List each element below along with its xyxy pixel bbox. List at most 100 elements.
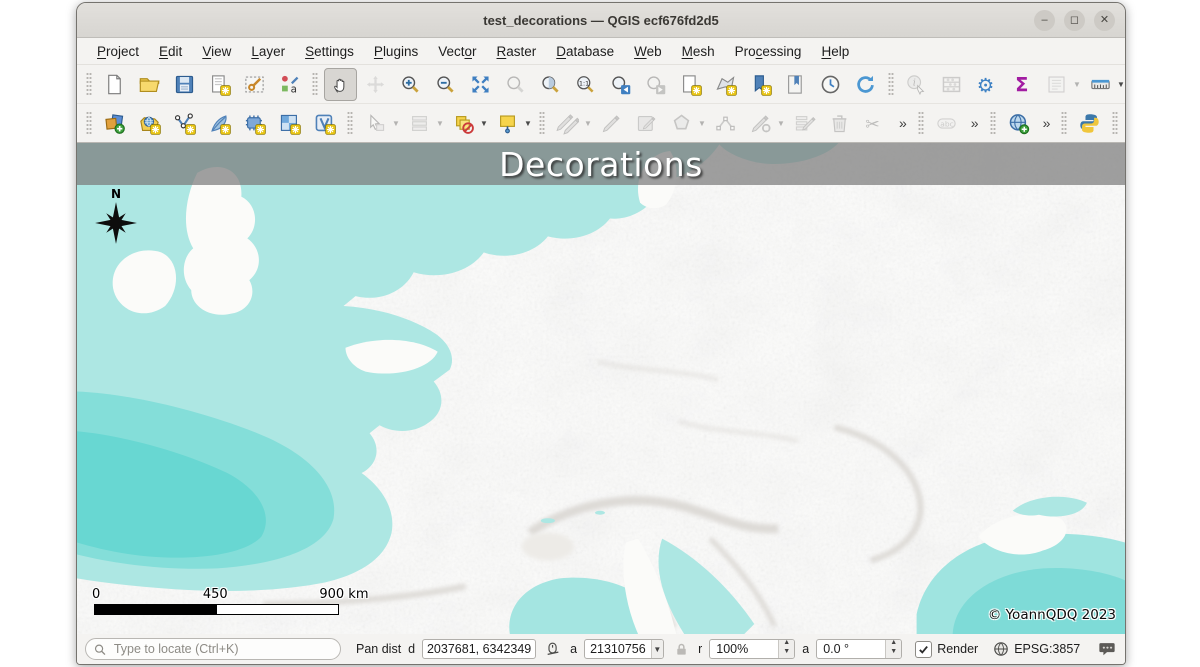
toolbar-handle[interactable] <box>918 111 924 135</box>
style-manager-button[interactable]: a <box>273 68 306 101</box>
locator-search[interactable] <box>85 638 341 660</box>
new-3d-map-view-button[interactable] <box>709 68 742 101</box>
zoom-next-icon <box>644 73 667 96</box>
measure-line-button[interactable] <box>1084 68 1117 101</box>
toolbar-overflow-button[interactable]: » <box>1036 115 1057 131</box>
menu-processing[interactable]: Processing <box>725 41 812 62</box>
extents-toggle-button[interactable] <box>543 639 563 659</box>
python-console-button[interactable] <box>1073 107 1106 140</box>
toolbar-handle[interactable] <box>888 72 894 96</box>
data-source-manager-button[interactable] <box>98 107 131 140</box>
lock-icon <box>674 642 689 657</box>
title-bar[interactable]: test_decorations — QGIS ecf676fd2d5 – ◻ … <box>77 3 1125 38</box>
new-map-view-button[interactable] <box>674 68 707 101</box>
add-polygon-feature-button <box>665 107 698 140</box>
edit-attributes-icon <box>749 112 772 135</box>
open-attribute-table-button <box>935 68 968 101</box>
zoom-out-button[interactable] <box>429 68 462 101</box>
zoom-in-button[interactable] <box>394 68 427 101</box>
menu-raster[interactable]: Raster <box>487 41 547 62</box>
magnifier-spinbox[interactable]: 100% ▲▼ <box>709 639 795 659</box>
select-by-value-dropdown-arrow: ▼ <box>436 119 446 128</box>
new-spatial-bookmark-button[interactable] <box>744 68 777 101</box>
processing-icon: ⚙ <box>975 73 998 96</box>
new-project-button[interactable] <box>98 68 131 101</box>
pan-map-button[interactable] <box>324 68 357 101</box>
menu-project[interactable]: Project <box>87 41 149 62</box>
project-properties-button[interactable] <box>238 68 271 101</box>
temporal-controller-button[interactable] <box>814 68 847 101</box>
coordinate-field[interactable]: 2037681, 6342349 <box>422 639 536 659</box>
toolbar-handle[interactable] <box>1061 111 1067 135</box>
multiedit-attributes-button <box>788 107 821 140</box>
toolbar-handle[interactable] <box>86 72 92 96</box>
menu-view[interactable]: View <box>192 41 241 62</box>
toolbar-handle[interactable] <box>312 72 318 96</box>
toolbar-handle[interactable] <box>1112 111 1118 135</box>
refresh-map-button[interactable] <box>849 68 882 101</box>
toolbar-overflow-button[interactable]: » <box>892 115 913 131</box>
minimize-button[interactable]: – <box>1034 10 1055 31</box>
layout-manager-button[interactable] <box>203 68 236 101</box>
render-toggle[interactable]: Render <box>915 641 978 658</box>
lock-scale-button[interactable] <box>671 639 691 659</box>
menu-plugins[interactable]: Plugins <box>364 41 428 62</box>
zoom-to-selection-button <box>499 68 532 101</box>
menu-edit[interactable]: Edit <box>149 41 192 62</box>
maximize-button[interactable]: ◻ <box>1064 10 1085 31</box>
menu-web[interactable]: Web <box>624 41 672 62</box>
new-shapefile-layer-button[interactable] <box>168 107 201 140</box>
window-title: test_decorations — QGIS ecf676fd2d5 <box>77 13 1125 28</box>
open-project-button[interactable] <box>133 68 166 101</box>
statistical-summary-button[interactable]: Σ <box>1005 68 1038 101</box>
rotation-spinner[interactable]: ▲▼ <box>885 640 901 658</box>
magnifier-spinner[interactable]: ▲▼ <box>778 640 794 658</box>
map-canvas[interactable]: Decorations N 0 450 900 km © YoannQDQ 20… <box>77 143 1125 634</box>
metasearch-button[interactable] <box>1002 107 1035 140</box>
add-raster-layer-button[interactable] <box>273 107 306 140</box>
style-manager-icon: a <box>278 73 301 96</box>
menu-help[interactable]: Help <box>811 41 859 62</box>
toolbar-overflow-button[interactable]: » <box>964 115 985 131</box>
toolbar-handle[interactable] <box>539 111 545 135</box>
zoom-to-layer-button[interactable] <box>534 68 567 101</box>
measure-line-dropdown-arrow[interactable]: ▼ <box>1117 80 1126 89</box>
new-geopackage-layer-button[interactable] <box>203 107 236 140</box>
svg-text:abc: abc <box>940 119 953 128</box>
labeling-options-dropdown-arrow[interactable]: ▼ <box>524 119 534 128</box>
metasearch-icon <box>1007 112 1030 135</box>
messages-button[interactable] <box>1097 639 1117 659</box>
show-spatial-bookmarks-button[interactable] <box>779 68 812 101</box>
scale-dropdown-arrow[interactable]: ▼ <box>651 640 663 658</box>
close-button[interactable]: ✕ <box>1094 10 1115 31</box>
render-checkbox[interactable] <box>915 641 932 658</box>
add-vector-layer-button[interactable] <box>133 107 166 140</box>
menu-database[interactable]: Database <box>546 41 624 62</box>
menu-mesh[interactable]: Mesh <box>672 41 725 62</box>
deselect-all-layers-dropdown-arrow[interactable]: ▼ <box>480 119 490 128</box>
menu-layer[interactable]: Layer <box>241 41 295 62</box>
toolbar-handle[interactable] <box>990 111 996 135</box>
locator-input[interactable] <box>112 641 332 657</box>
scale-combo[interactable]: 21310756 ▼ <box>584 639 664 659</box>
trash-icon <box>828 112 851 135</box>
svg-text:⚙: ⚙ <box>977 73 995 95</box>
menu-settings[interactable]: Settings <box>295 41 364 62</box>
add-mesh-layer-button[interactable] <box>238 107 271 140</box>
map-title-text: Decorations <box>499 145 703 184</box>
toolbar-handle[interactable] <box>347 111 353 135</box>
labeling-options-button[interactable] <box>491 107 524 140</box>
save-project-button[interactable] <box>168 68 201 101</box>
temporal-icon <box>819 73 842 96</box>
labeling-icon <box>496 112 519 135</box>
toolbar-handle[interactable] <box>86 111 92 135</box>
zoom-last-button[interactable] <box>604 68 637 101</box>
processing-toolbox-button[interactable]: ⚙ <box>970 68 1003 101</box>
zoom-full-extent-button[interactable] <box>464 68 497 101</box>
add-virtual-layer-button[interactable] <box>308 107 341 140</box>
rotation-spinbox[interactable]: 0.0 ° ▲▼ <box>816 639 902 659</box>
deselect-all-layers-button[interactable] <box>447 107 480 140</box>
crs-status-button[interactable]: EPSG:3857 <box>993 641 1080 657</box>
zoom-native-resolution-button[interactable]: 1:1 <box>569 68 602 101</box>
menu-vector[interactable]: Vector <box>428 41 486 62</box>
